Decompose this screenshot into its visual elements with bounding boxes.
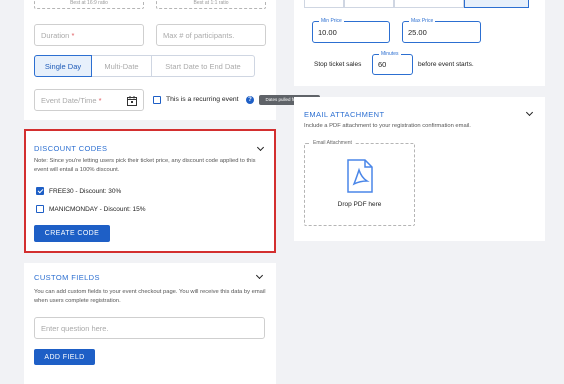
tab-multi-date[interactable]: Multi-Date [92,55,152,77]
participants-placeholder: Max # of participants. [163,30,235,40]
ratio-hint-16-9: Best at 16:9 ratio [70,0,108,6]
price-tab-range[interactable] [464,0,529,8]
max-price-value: 25.00 [408,27,427,37]
discount-code-checkbox-free30[interactable] [36,187,44,195]
discount-codes-title: DISCOUNT CODES [34,144,108,153]
custom-question-input[interactable]: Enter question here. [34,317,265,339]
drop-pdf-text: Drop PDF here [337,201,382,208]
event-date-input[interactable]: Event Date/Time * [34,89,144,111]
email-attachment-label: Email Attachment [311,140,354,146]
tab-start-to-end-date[interactable]: Start Date to End Date [152,55,255,77]
minutes-field[interactable]: Minutes 60 [372,51,413,75]
min-price-label: Min Price [319,18,344,24]
custom-fields-note: You can add custom fields to your event … [34,289,266,304]
max-price-label: Max Price [409,18,436,24]
required-mark: * [71,30,75,40]
minutes-value: 60 [378,60,387,69]
duration-input[interactable]: Duration * [34,24,144,46]
add-field-button[interactable]: ADD FIELD [34,349,95,365]
email-attachment-description: Include a PDF attachment to your registr… [304,123,471,129]
pdf-drop-zone[interactable]: Email Attachment Drop PDF here [304,140,415,226]
minutes-label: Minutes [379,51,401,57]
calendar-icon[interactable] [127,96,137,106]
recurring-event-label: This is a recurring event [166,96,239,103]
discount-code-checkbox-manicmonday[interactable] [36,205,44,213]
email-attachment-panel: EMAIL ATTACHMENT Include a PDF attachmen… [294,97,545,241]
price-tab-2[interactable] [344,0,394,8]
event-details-panel: Best at 16:9 ratio Best at 1:1 ratio Dur… [24,0,276,120]
max-price-field[interactable]: Max Price 25.00 [402,18,481,43]
price-tab-1[interactable] [304,0,344,8]
email-attachment-title: EMAIL ATTACHMENT [304,110,385,119]
chevron-down-icon[interactable] [255,271,264,280]
discount-code-label-manicmonday: MANICMONDAY - Discount: 15% [49,206,146,213]
min-price-field[interactable]: Min Price 10.00 [312,18,390,43]
duration-placeholder: Duration [41,30,70,40]
chevron-down-icon[interactable] [525,108,534,117]
ratio-hint-1-1: Best at 1:1 ratio [193,0,229,6]
min-price-value: 10.00 [318,27,337,37]
help-icon[interactable]: ? [246,96,254,104]
stop-sales-prefix: Stop ticket sales [314,61,362,68]
chevron-down-icon[interactable] [256,143,265,152]
pdf-file-icon [347,159,373,193]
discount-code-label-free30: FREE30 - Discount: 30% [49,188,122,195]
stop-sales-suffix: before event starts. [418,61,474,68]
pricing-panel: Min Price 10.00 Max Price 25.00 Stop tic… [294,0,545,86]
participants-input[interactable]: Max # of participants. [156,24,266,46]
discount-codes-note: Note: Since you're letting users pick th… [34,158,256,173]
discount-codes-panel: DISCOUNT CODES Note: Since you're lettin… [24,129,276,253]
custom-question-placeholder: Enter question here. [41,323,109,333]
required-mark: * [98,95,102,105]
recurring-event-checkbox[interactable] [153,96,161,104]
price-tab-3[interactable] [394,0,464,8]
tab-single-day[interactable]: Single Day [34,55,92,77]
custom-fields-panel: CUSTOM FIELDS You can add custom fields … [24,263,276,384]
create-code-button[interactable]: CREATE CODE [34,225,110,242]
event-date-placeholder: Event Date/Time [41,95,97,105]
custom-fields-title: CUSTOM FIELDS [34,273,100,282]
